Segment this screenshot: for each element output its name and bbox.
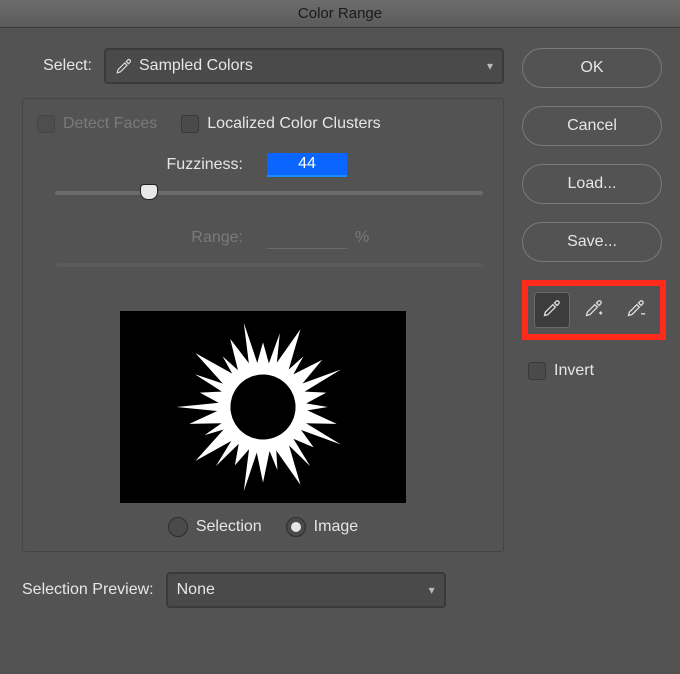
eyedropper-icon: [115, 57, 139, 75]
eyedropper-tools-highlight: [522, 280, 666, 340]
select-value: Sampled Colors: [139, 57, 487, 75]
slider-thumb[interactable]: [140, 184, 158, 200]
eyedropper-icon: [542, 298, 562, 323]
eyedropper-minus-icon: [626, 298, 646, 323]
chevron-down-icon: ▾: [429, 583, 435, 597]
fuzziness-input[interactable]: 44: [267, 153, 347, 177]
range-input: [267, 227, 347, 249]
load-button[interactable]: Load...: [522, 164, 662, 204]
image-radio-label: Image: [314, 518, 358, 536]
eyedropper-tool[interactable]: [534, 292, 570, 328]
select-label: Select:: [22, 57, 92, 75]
localized-clusters-label: Localized Color Clusters: [207, 115, 380, 133]
localized-clusters-checkbox[interactable]: Localized Color Clusters: [181, 115, 380, 133]
options-fieldset: Detect Faces Localized Color Clusters Fu…: [22, 98, 504, 552]
invert-checkbox[interactable]: Invert: [528, 362, 662, 380]
cancel-button[interactable]: Cancel: [522, 106, 662, 146]
eyedropper-plus-icon: [584, 298, 604, 323]
checkbox-box: [37, 115, 55, 133]
fuzziness-label: Fuzziness:: [37, 156, 267, 174]
window-titlebar: Color Range: [0, 0, 680, 28]
ok-button[interactable]: OK: [522, 48, 662, 88]
fuzziness-slider[interactable]: [55, 185, 483, 211]
eyedropper-add-tool[interactable]: [576, 292, 612, 328]
image-radio[interactable]: Image: [286, 517, 358, 537]
detect-faces-checkbox: Detect Faces: [37, 115, 157, 133]
chevron-down-icon: ▾: [487, 59, 493, 73]
range-label: Range:: [37, 229, 267, 247]
range-unit: %: [355, 229, 369, 247]
radio-button: [168, 517, 188, 537]
invert-label: Invert: [554, 362, 594, 380]
checkbox-box: [528, 362, 546, 380]
save-button[interactable]: Save...: [522, 222, 662, 262]
checkbox-box: [181, 115, 199, 133]
selection-preview-label: Selection Preview:: [22, 581, 154, 599]
radio-button: [286, 517, 306, 537]
selection-preview-dropdown[interactable]: None ▾: [166, 572, 446, 608]
window-title: Color Range: [298, 5, 382, 22]
detect-faces-label: Detect Faces: [63, 115, 157, 133]
range-slider: [55, 257, 483, 283]
selection-preview-value: None: [177, 581, 429, 599]
select-dropdown[interactable]: Sampled Colors ▾: [104, 48, 504, 84]
selection-radio[interactable]: Selection: [168, 517, 262, 537]
preview-image: [120, 311, 406, 503]
eyedropper-subtract-tool[interactable]: [618, 292, 654, 328]
selection-radio-label: Selection: [196, 518, 262, 536]
